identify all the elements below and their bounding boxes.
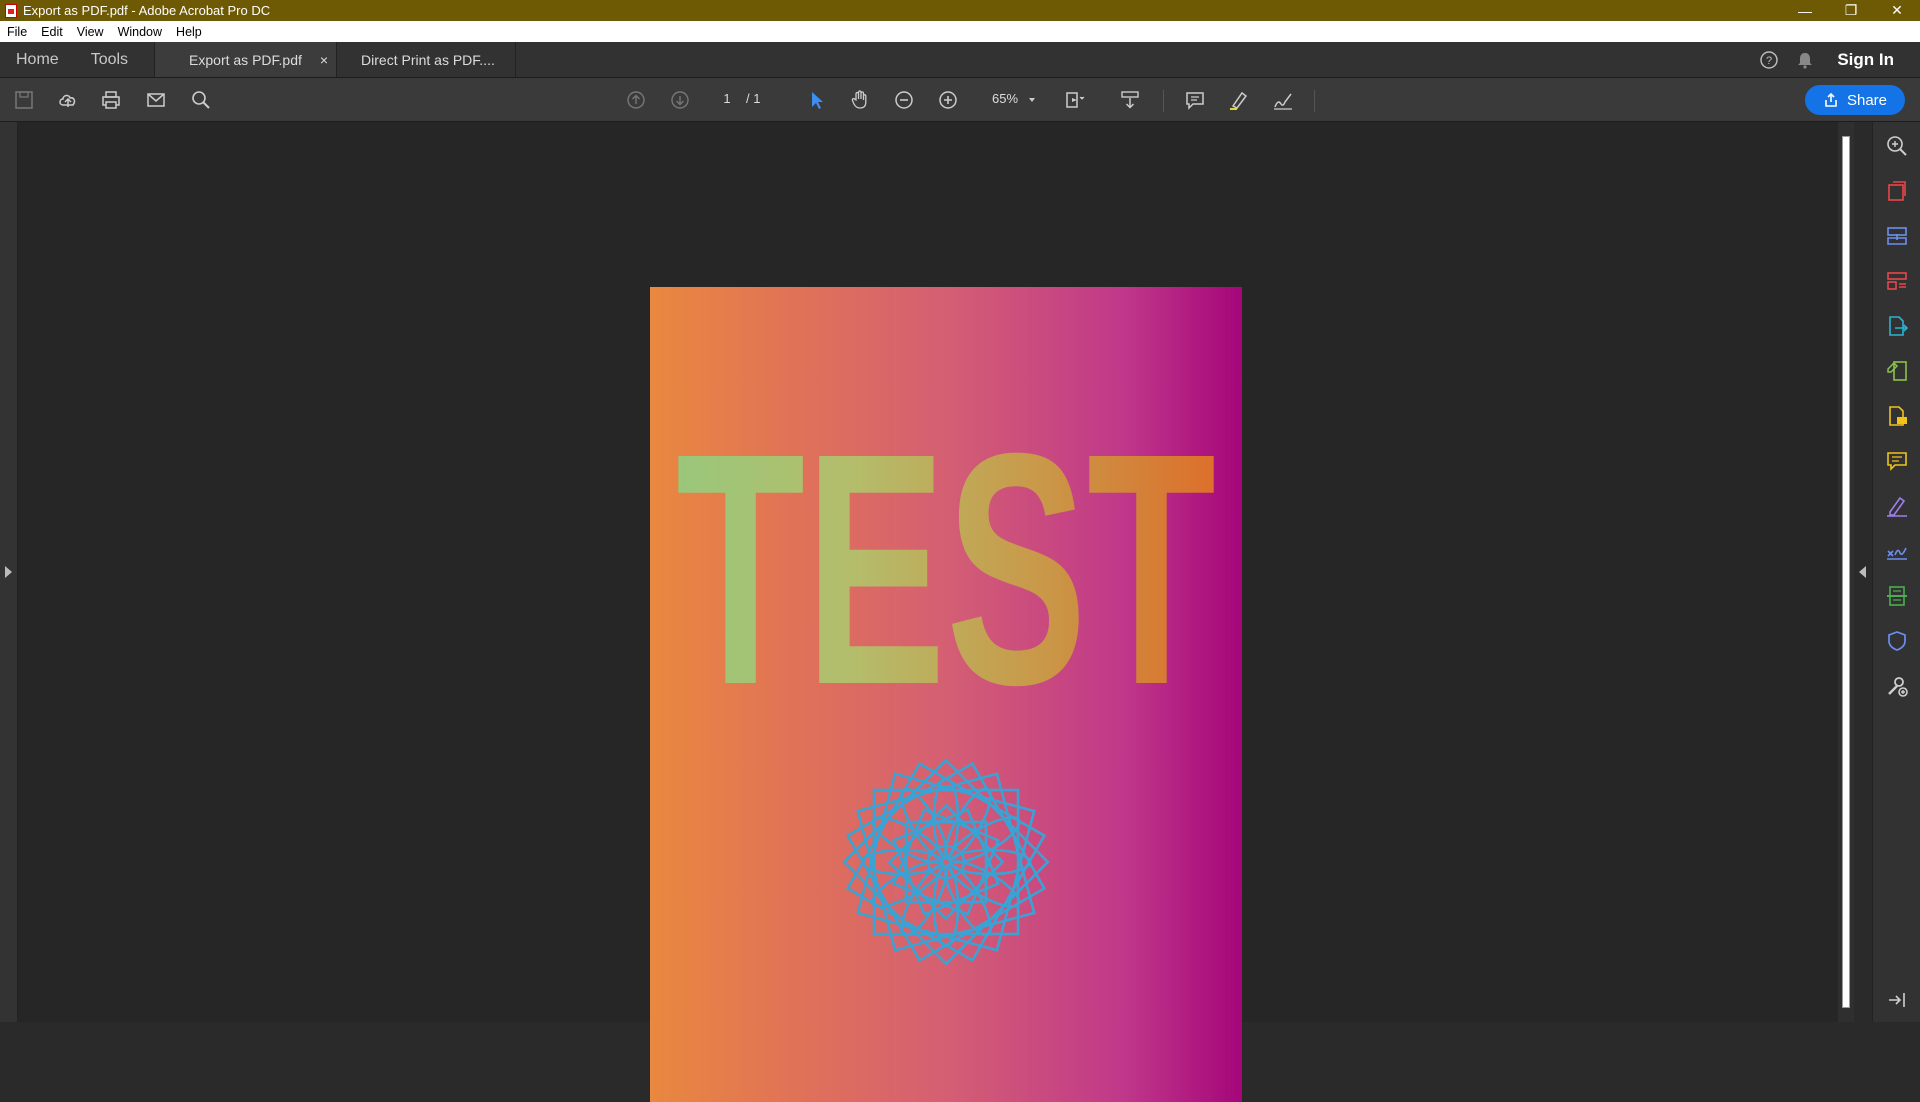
close-tab-icon[interactable]: × [320, 52, 328, 68]
svg-text:?: ? [1766, 55, 1772, 67]
select-pointer-icon[interactable] [805, 88, 829, 112]
heading-text: TEST [676, 384, 1216, 753]
zoom-out-icon[interactable] [892, 88, 916, 112]
right-panel-toggle[interactable] [1854, 122, 1872, 1022]
protect-icon[interactable] [1885, 629, 1909, 653]
document-viewport[interactable]: TEST [18, 122, 1838, 1102]
previous-page-icon[interactable] [624, 88, 648, 112]
print-icon[interactable] [99, 88, 123, 112]
highlight-pen-icon[interactable] [1227, 88, 1251, 112]
window-title: Export as PDF.pdf - Adobe Acrobat Pro DC [23, 3, 271, 18]
share-icon [1825, 92, 1837, 107]
expand-left-panel-icon[interactable] [5, 566, 12, 578]
organize-pages-icon[interactable] [1885, 269, 1909, 293]
find-text-icon[interactable] [189, 88, 213, 112]
acrobat-app-icon [5, 3, 17, 18]
main-toolbar: 1 / 1 65% [0, 78, 1920, 122]
close-window-icon[interactable]: ✕ [1874, 2, 1920, 19]
chevron-down-icon[interactable] [1020, 88, 1044, 112]
minimize-icon[interactable]: — [1782, 3, 1828, 19]
collapse-right-panel-icon[interactable] [1859, 566, 1866, 578]
scrollbar-thumb[interactable] [1842, 136, 1850, 1008]
sign-in-button[interactable]: Sign In [1823, 42, 1920, 77]
menu-window[interactable]: Window [111, 25, 169, 39]
menu-edit[interactable]: Edit [34, 25, 70, 39]
restore-icon[interactable]: ❐ [1828, 2, 1874, 19]
page-artwork: TEST [676, 384, 1216, 966]
menu-view[interactable]: View [70, 25, 111, 39]
fill-sign-icon[interactable] [1885, 494, 1909, 518]
fit-page-icon[interactable] [1062, 88, 1086, 112]
tab-home[interactable]: Home [0, 42, 75, 77]
vertical-scrollbar[interactable] [1838, 122, 1854, 1022]
page-total: / 1 [746, 91, 761, 106]
request-signature-icon[interactable] [1885, 404, 1909, 428]
next-page-icon[interactable] [668, 88, 692, 112]
more-tools-icon[interactable] [1885, 674, 1909, 698]
export-pdf-icon[interactable] [1885, 314, 1909, 338]
email-icon[interactable] [144, 88, 168, 112]
help-icon[interactable]: ? [1751, 42, 1787, 77]
hand-tool-icon[interactable] [848, 88, 872, 112]
combine-files-icon[interactable] [1885, 224, 1909, 248]
scan-ocr-icon[interactable] [1885, 584, 1909, 608]
left-panel-toggle[interactable] [0, 122, 18, 1022]
share-label: Share [1846, 91, 1888, 109]
zoom-search-icon[interactable] [1885, 134, 1909, 158]
share-button[interactable]: Share [1805, 85, 1905, 115]
pdf-page: TEST [650, 287, 1242, 1102]
notifications-bell-icon[interactable] [1787, 42, 1823, 77]
mandala-ornament [842, 758, 1050, 966]
document-tab-active[interactable]: Export as PDF.pdf × [154, 42, 337, 77]
create-pdf-icon[interactable] [1885, 179, 1909, 203]
tools-rail [1872, 122, 1920, 1022]
comment-icon[interactable] [1885, 449, 1909, 473]
edit-pdf-icon[interactable] [1885, 359, 1909, 383]
sign-tool-icon[interactable] [1271, 88, 1295, 112]
menu-file[interactable]: File [0, 25, 34, 39]
document-tab-label: Direct Print as PDF.... [361, 51, 495, 68]
save-icon[interactable] [12, 88, 36, 112]
signature-icon[interactable] [1885, 539, 1909, 563]
collapse-tools-pane-icon[interactable] [1885, 988, 1909, 1012]
menu-help[interactable]: Help [169, 25, 209, 39]
document-tab-label: Export as PDF.pdf [189, 51, 302, 68]
menu-bar: File Edit View Window Help [0, 21, 1920, 42]
page-number-input[interactable]: 1 [708, 88, 746, 110]
document-tab[interactable]: Direct Print as PDF.... [336, 42, 517, 77]
scrolling-mode-icon[interactable] [1118, 88, 1142, 112]
heading-test: TEST [676, 384, 1216, 753]
tab-bar: Home Tools Export as PDF.pdf × Direct Pr… [0, 42, 1920, 78]
tab-tools[interactable]: Tools [75, 42, 154, 77]
comment-tool-icon[interactable] [1183, 88, 1207, 112]
upload-cloud-icon[interactable] [56, 88, 80, 112]
zoom-in-icon[interactable] [936, 88, 960, 112]
title-bar: Export as PDF.pdf - Adobe Acrobat Pro DC… [0, 0, 1920, 21]
